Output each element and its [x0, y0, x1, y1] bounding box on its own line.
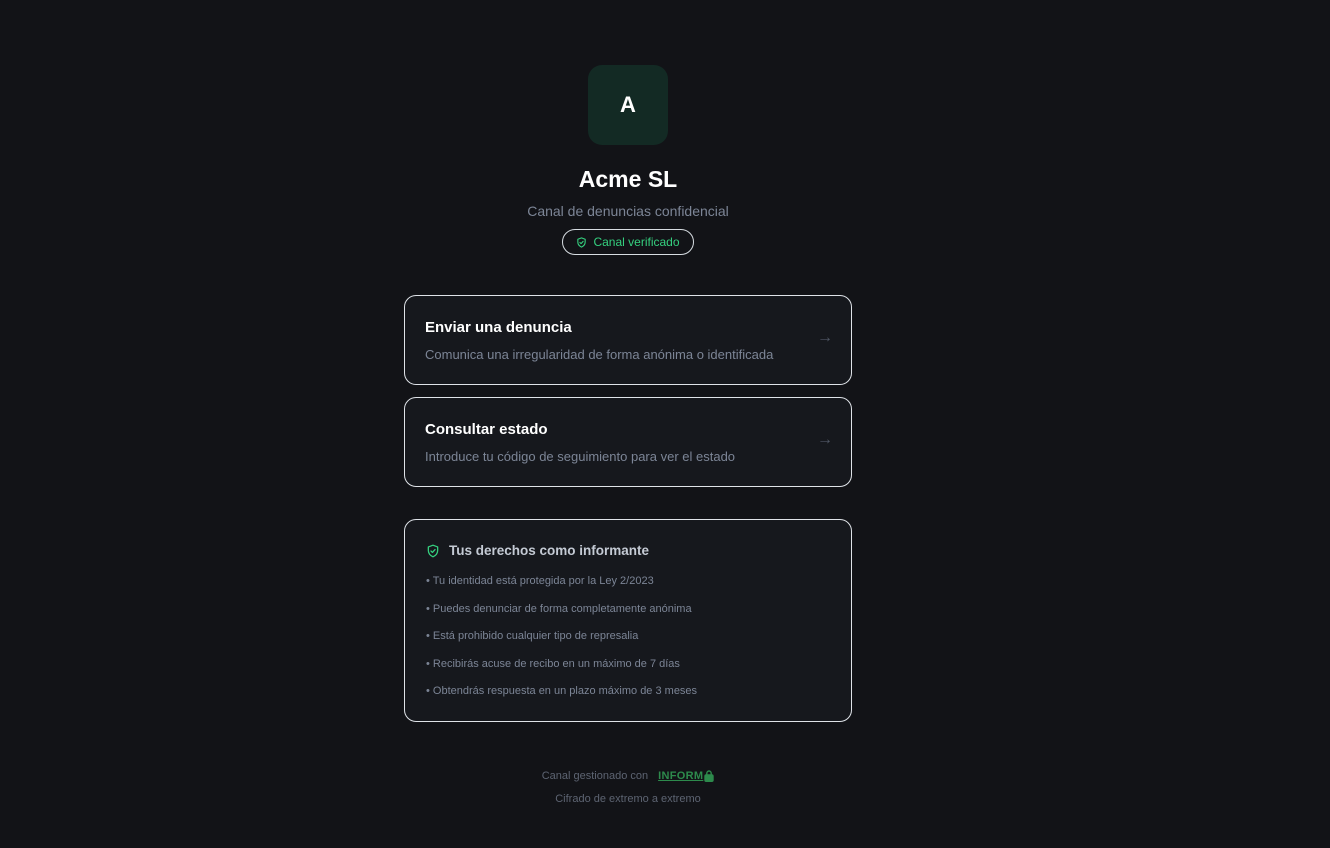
shield-check-icon — [577, 236, 587, 248]
arrow-right-icon: → — [817, 431, 833, 448]
channel-subtitle: Canal de denuncias confidencial — [527, 203, 729, 219]
check-status-description: Introduce tu código de seguimiento para … — [425, 449, 736, 464]
rights-panel: Tus derechos como informante • Tu identi… — [404, 519, 852, 722]
organization-logo: A — [588, 65, 668, 145]
rights-item: • Tu identidad está protegida por la Ley… — [426, 575, 654, 587]
brand-logo-link[interactable]: INFORM — [658, 770, 714, 782]
send-report-description: Comunica una irregularidad de forma anón… — [425, 347, 774, 362]
logo-letter: A — [620, 92, 636, 117]
rights-header: Tus derechos como informante — [426, 543, 649, 558]
send-report-title: Enviar una denuncia — [425, 319, 572, 336]
arrow-right-icon: → — [817, 329, 833, 346]
rights-list: • Tu identidad está protegida por la Ley… — [426, 574, 697, 712]
page: A Acme SL Canal de denuncias confidencia… — [0, 0, 1330, 848]
rights-item: • Está prohibido cualquier tipo de repre… — [426, 630, 639, 642]
lock-icon — [704, 770, 714, 782]
check-status-card[interactable]: Consultar estado Introduce tu código de … — [404, 397, 852, 487]
rights-item: • Puedes denunciar de forma completament… — [426, 602, 692, 615]
verified-badge: Canal verificado — [562, 229, 694, 255]
footer-managed-by: Canal gestionado con INFORM — [0, 770, 1256, 782]
rights-title: Tus derechos como informante — [449, 543, 650, 558]
brand-name: INFORM — [658, 770, 704, 782]
footer-encryption-note: Cifrado de extremo a extremo — [555, 793, 701, 805]
rights-item: • Obtendrás respuesta en un plazo máximo… — [426, 685, 698, 697]
organization-name: Acme SL — [578, 166, 678, 192]
send-report-card[interactable]: Enviar una denuncia Comunica una irregul… — [404, 295, 852, 385]
rights-item: • Recibirás acuse de recibo en un máximo… — [426, 657, 680, 670]
shield-check-icon — [427, 544, 439, 557]
managed-by-label: Canal gestionado con — [541, 770, 649, 782]
check-status-title: Consultar estado — [425, 421, 548, 438]
verified-badge-label: Canal verificado — [593, 235, 680, 249]
